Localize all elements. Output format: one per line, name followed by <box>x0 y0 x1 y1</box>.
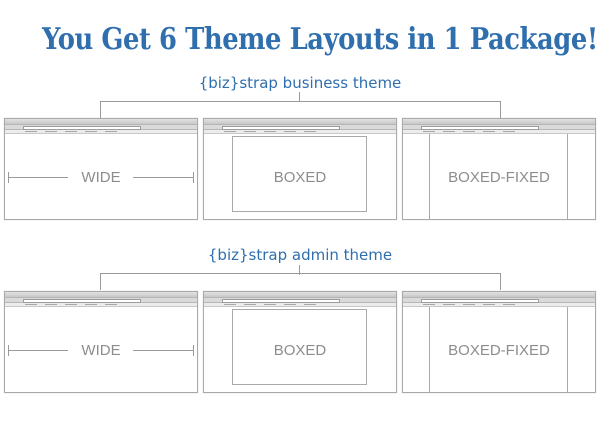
browser-boxed-admin: BOXED <box>203 291 397 393</box>
section-title-admin: {biz}strap admin theme <box>207 246 393 264</box>
section-title-business: {biz}strap business theme <box>198 74 402 92</box>
layout-label-wide: WIDE <box>81 342 121 359</box>
layout-label-boxed: BOXED <box>273 342 327 359</box>
bookmarks-bar <box>204 130 396 134</box>
layout-label-boxed-fixed: BOXED-FIXED <box>448 169 550 186</box>
bracket <box>100 273 501 290</box>
bookmarks-bar <box>204 303 396 307</box>
bookmarks-bar <box>5 303 197 307</box>
browser-boxed-fixed-admin: BOXED-FIXED <box>402 291 596 393</box>
browser-boxed-fixed-business: BOXED-FIXED <box>402 118 596 220</box>
bracket <box>100 101 501 118</box>
layout-label-boxed: BOXED <box>273 169 327 186</box>
bookmarks-bar <box>5 130 197 134</box>
browser-boxed-business: BOXED <box>203 118 397 220</box>
browser-wide-admin: WIDE <box>4 291 198 393</box>
layout-label-boxed-fixed: BOXED-FIXED <box>448 342 550 359</box>
browser-wide-business: WIDE <box>4 118 198 220</box>
layout-label-wide: WIDE <box>81 169 121 186</box>
headline: You Get 6 Theme Layouts in 1 Package! <box>42 22 598 57</box>
